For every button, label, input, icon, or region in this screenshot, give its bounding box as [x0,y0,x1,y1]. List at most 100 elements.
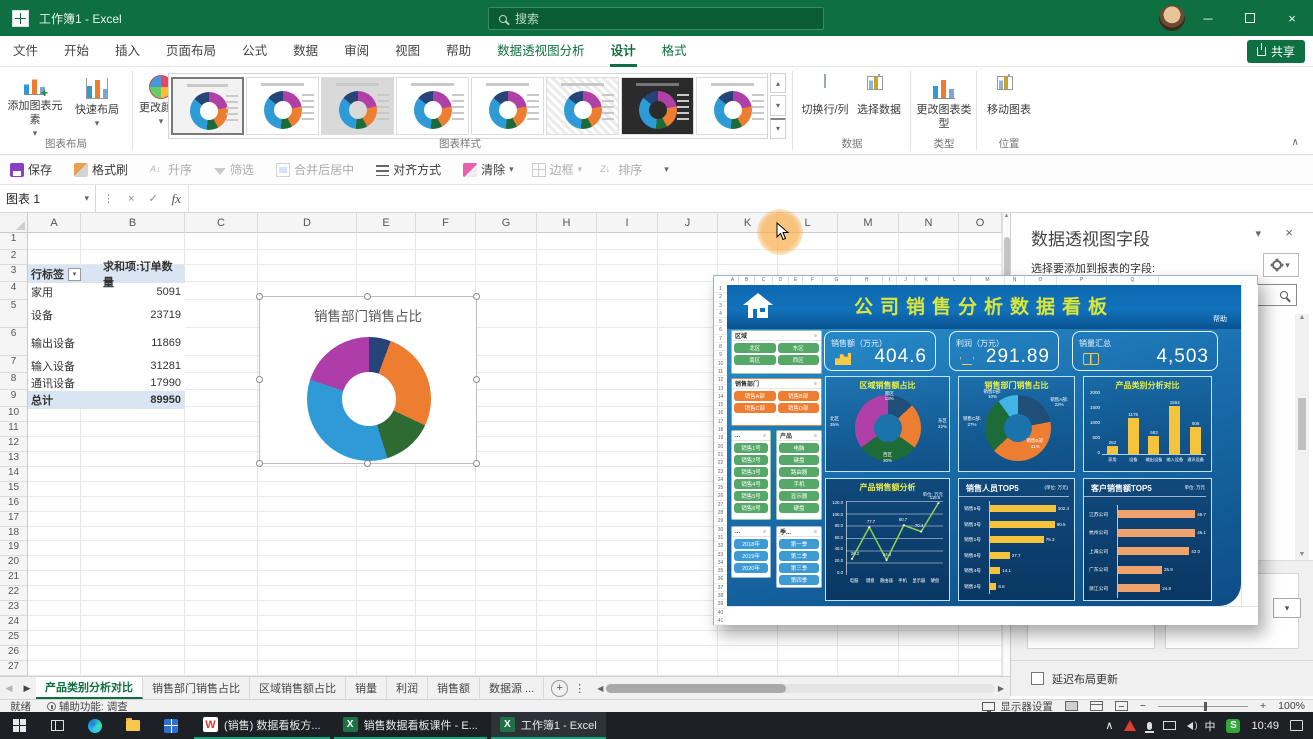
pivot-values-header[interactable]: 求和项:订单数量 [103,265,185,283]
sheet-tab[interactable]: 利润 [387,677,428,699]
wps-tray-icon[interactable] [1124,720,1136,731]
column-header[interactable]: F [416,213,476,233]
chart-style-thumbnail[interactable] [246,77,319,135]
sogou-icon[interactable]: S [1226,719,1240,733]
slicer-department[interactable]: 销售部门≡ 销售A部销售B部销售C部销售D部 [731,378,822,426]
formula-input[interactable] [188,185,1313,212]
selection-handle[interactable] [473,376,480,383]
chart-style-thumbnail[interactable] [396,77,469,135]
scrollbar-thumb[interactable] [1298,398,1306,450]
slicer-button[interactable]: 销售3号 [734,467,768,477]
slicer-button[interactable]: 键盘 [779,455,819,465]
store-app-button[interactable] [152,712,190,739]
sheet-tab[interactable]: 销量 [346,677,387,699]
chart-style-thumbnail[interactable] [696,77,768,135]
qat-button[interactable]: 对齐方式 [376,161,445,178]
row-header[interactable]: 5 [0,300,27,328]
pivot-row[interactable]: 输入设备 31281 [28,357,185,374]
selection-handle[interactable] [256,293,263,300]
zoom-slider-thumb[interactable] [1204,702,1207,711]
row-header[interactable]: 11 [0,422,27,437]
ribbon-tab[interactable]: 插入 [102,36,153,67]
qat-button[interactable]: 清除 ▾ [463,161,514,178]
zoom-in-icon[interactable]: + [1260,700,1266,712]
qat-button[interactable]: 合并后居中 [276,161,358,178]
sheet-tab[interactable]: 销售额 [428,677,480,699]
slicer-button[interactable]: 销售4号 [734,479,768,489]
pivot-total-row[interactable]: 总计 89950 [28,391,185,409]
slicer-button[interactable]: 硬盘 [779,503,819,513]
ribbon-tab[interactable]: 视图 [382,36,433,67]
selection-handle[interactable] [364,460,371,467]
row-header[interactable]: 16 [0,497,27,512]
chart-title[interactable]: 销售部门销售占比 [260,305,476,325]
slicer-year[interactable]: ...≡ 2018年2019年2020年 [731,526,771,578]
row-header[interactable]: 26 [0,646,27,661]
pivot-row[interactable]: 输出设备 11869 [28,329,185,357]
column-header[interactable]: O [959,213,1002,233]
ribbon-tab[interactable]: 数据 [280,36,331,67]
ime-icon[interactable]: 中 [1204,718,1215,734]
start-button[interactable] [0,712,38,739]
chart-style-thumbnail[interactable] [321,77,394,135]
collapse-ribbon-button[interactable]: ∧ [1292,137,1299,148]
ribbon-tab[interactable]: 数据透视图分析 [484,36,598,67]
selection-handle[interactable] [364,293,371,300]
qat-button[interactable]: 升序 [150,161,196,178]
volume-icon[interactable] [1187,722,1193,730]
slicer-button[interactable]: 销售A部 [734,391,776,401]
row-header[interactable]: 4 [0,282,27,300]
chart-style-thumbnail[interactable] [171,77,244,135]
chart-style-thumbnail[interactable] [621,77,694,135]
task-view-button[interactable] [38,712,76,739]
column-header[interactable]: G [476,213,537,233]
qat-button[interactable]: 格式刷 [74,161,132,178]
slicer-button[interactable]: 销售5号 [734,491,768,501]
zoom-level[interactable]: 100% [1278,700,1305,712]
maximize-button[interactable] [1229,0,1271,36]
row-header[interactable]: 24 [0,616,27,631]
row-header[interactable]: 27 [0,661,27,676]
slicer-button[interactable]: 销售B部 [778,391,820,401]
row-header[interactable]: 22 [0,586,27,601]
edge-button[interactable] [76,712,114,739]
share-button[interactable]: 共享 [1247,40,1305,63]
pane-collapse-icon[interactable]: ▾ [1255,227,1261,240]
pivot-row[interactable]: 设备 23719 [28,301,185,329]
gallery-more-button[interactable]: ▾ [770,118,786,139]
gallery-up-button[interactable]: ▴ [770,73,786,93]
sheet-tab[interactable]: 产品类别分析对比 [36,677,143,699]
slicer-button[interactable]: 路由器 [779,467,819,477]
hscroll-left-icon[interactable]: ◀ [597,684,603,693]
qat-button[interactable]: 排序 [600,161,646,178]
scroll-up-icon[interactable]: ▲ [1004,213,1010,219]
slicer-button[interactable]: 第一季 [779,539,819,549]
add-chart-element-button[interactable]: + 添加图表元素▾ [6,73,64,139]
switch-row-column-button[interactable]: 切换行/列 [798,73,852,139]
tab-options-icon[interactable]: ⋮ [574,682,585,695]
row-header[interactable]: 2 [0,250,27,265]
ribbon-tab[interactable]: 页面布局 [153,36,229,67]
zoom-slider[interactable] [1158,706,1248,707]
sheet-tab[interactable]: 销售部门销售占比 [143,677,250,699]
slicer-button[interactable]: 电脑 [779,443,819,453]
row-header[interactable]: 3 [0,265,27,282]
ribbon-tab[interactable]: 审阅 [331,36,382,67]
search-box[interactable]: 搜索 [488,7,824,30]
pivot-row[interactable]: 通讯设备 17990 [28,374,185,391]
tabs-nav-right-icon[interactable]: ▶ [18,677,36,699]
ribbon-tab[interactable]: 格式 [649,36,700,67]
column-header[interactable]: B [81,213,185,233]
pivot-chart[interactable]: 销售部门销售占比 [259,296,477,464]
qat-button[interactable]: 筛选 [214,161,258,178]
slicer-button[interactable]: 销售2号 [734,455,768,465]
row-header[interactable]: 15 [0,482,27,497]
selection-handle[interactable] [473,460,480,467]
ribbon-tab[interactable]: 设计 [598,36,649,67]
row-header[interactable]: 10 [0,407,27,422]
filter-dropdown-icon[interactable]: ▾ [68,268,81,281]
slicer-salesperson[interactable]: ...≡ 销售1号销售2号销售3号销售4号销售5号销售6号 [731,430,771,520]
fields-scrollbar[interactable]: ▲ ▼ [1295,314,1309,560]
minimize-button[interactable]: ─ [1187,0,1229,36]
selection-handle[interactable] [256,460,263,467]
